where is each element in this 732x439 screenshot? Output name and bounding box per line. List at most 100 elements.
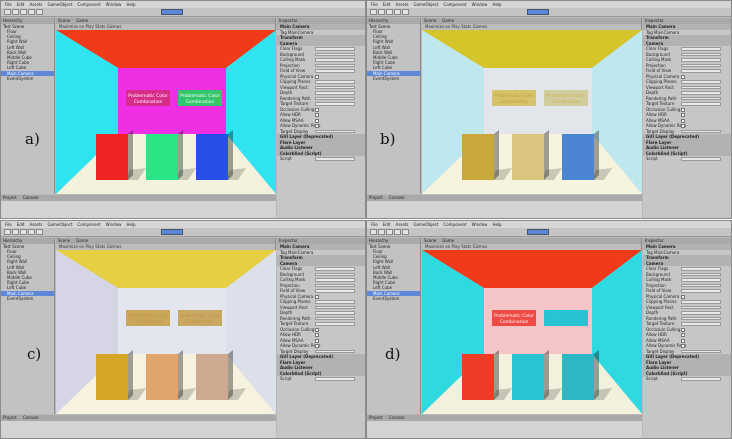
inspector-value-input[interactable] [681,58,721,62]
tab-console[interactable]: Console [389,415,405,420]
inspector-value-input[interactable] [681,85,721,89]
menu-item[interactable]: GameObject [47,222,72,227]
inspector-checkbox[interactable] [315,107,319,112]
rotate-tool-icon[interactable] [20,9,27,15]
inspector-checkbox[interactable] [681,124,685,128]
inspector-value-input[interactable] [681,316,721,320]
inspector-value-input[interactable] [681,278,721,282]
inspector-checkbox[interactable] [315,294,319,299]
inspector-value-input[interactable] [315,316,355,320]
inspector-checkbox[interactable] [315,113,319,117]
menu-item[interactable]: Help [126,2,135,7]
hand-tool-icon[interactable] [4,229,11,235]
inspector-value-input[interactable] [315,58,355,62]
inspector-value-input[interactable] [315,278,355,282]
rotate-tool-icon[interactable] [20,229,27,235]
scale-tool-icon[interactable] [28,9,35,15]
hand-tool-icon[interactable] [370,9,377,15]
tab-scene[interactable]: Scene [424,18,436,23]
tab-game[interactable]: Game [442,238,454,243]
inspector-checkbox[interactable] [681,333,685,337]
menu-item[interactable]: Component [77,2,100,7]
inspector-checkbox[interactable] [681,294,685,299]
menu-item[interactable]: GameObject [413,2,438,7]
tab-console[interactable]: Console [23,415,39,420]
inspector-value-input[interactable] [681,102,721,106]
rotate-tool-icon[interactable] [386,229,393,235]
inspector-value-input[interactable] [681,91,721,95]
inspector-field[interactable]: Script [643,376,731,382]
menu-item[interactable]: Assets [29,2,42,7]
inspector-value-input[interactable] [681,63,721,67]
menu-item[interactable]: Window [106,222,122,227]
menu-item[interactable]: Help [126,222,135,227]
inspector-value-input[interactable] [681,349,721,353]
inspector-checkbox[interactable] [315,74,319,79]
tab-game[interactable]: Game [76,18,88,23]
menu-item[interactable]: Window [472,222,488,227]
inspector-value-input[interactable] [681,322,721,326]
menu-item[interactable]: Window [106,2,122,7]
inspector-checkbox[interactable] [315,338,319,343]
inspector-checkbox[interactable] [315,118,319,123]
tab-scene[interactable]: Scene [58,238,70,243]
inspector-value-input[interactable] [681,267,721,271]
inspector-value-input[interactable] [315,102,355,106]
rect-tool-icon[interactable] [402,229,409,235]
menu-item[interactable]: Component [443,2,466,7]
hand-tool-icon[interactable] [370,229,377,235]
menu-item[interactable]: GameObject [47,2,72,7]
rect-tool-icon[interactable] [36,229,43,235]
inspector-value-input[interactable] [681,47,721,51]
inspector-value-input[interactable] [681,157,721,161]
hierarchy-item[interactable]: EventSystem [1,296,54,301]
inspector-value-input[interactable] [315,267,355,271]
inspector-value-input[interactable] [315,52,355,56]
menu-item[interactable]: Assets [395,2,408,7]
hierarchy-item[interactable]: EventSystem [367,76,420,81]
inspector-value-input[interactable] [315,157,355,161]
menu-item[interactable]: Help [492,222,501,227]
tab-project[interactable]: Project [3,195,17,200]
inspector-checkbox[interactable] [681,344,685,348]
menu-item[interactable]: Component [443,222,466,227]
menu-item[interactable]: Window [472,2,488,7]
inspector-field[interactable]: Script [277,156,365,162]
menu-item[interactable]: Help [492,2,501,7]
move-tool-icon[interactable] [378,229,385,235]
rect-tool-icon[interactable] [402,9,409,15]
menu-item[interactable]: Edit [383,2,391,7]
inspector-value-input[interactable] [315,305,355,309]
inspector-value-input[interactable] [315,322,355,326]
inspector-value-input[interactable] [315,272,355,276]
inspector-value-input[interactable] [681,305,721,309]
inspector-checkbox[interactable] [315,124,319,128]
inspector-value-input[interactable] [315,283,355,287]
menu-item[interactable]: Assets [29,222,42,227]
inspector-checkbox[interactable] [681,113,685,117]
scale-tool-icon[interactable] [394,9,401,15]
inspector-value-input[interactable] [315,91,355,95]
inspector-checkbox[interactable] [315,344,319,348]
menu-item[interactable]: File [5,2,12,7]
play-controls[interactable] [527,9,549,15]
inspector-value-input[interactable] [681,96,721,100]
move-tool-icon[interactable] [378,9,385,15]
play-controls[interactable] [161,229,183,235]
tab-console[interactable]: Console [389,195,405,200]
menu-item[interactable]: Assets [395,222,408,227]
tab-project[interactable]: Project [3,415,17,420]
menu-item[interactable]: File [371,222,378,227]
inspector-value-input[interactable] [315,129,355,133]
inspector-value-input[interactable] [681,283,721,287]
rect-tool-icon[interactable] [36,9,43,15]
inspector-value-input[interactable] [681,311,721,315]
inspector-checkbox[interactable] [315,327,319,332]
scale-tool-icon[interactable] [28,229,35,235]
scale-tool-icon[interactable] [394,229,401,235]
hierarchy-item[interactable]: EventSystem [367,296,420,301]
inspector-value-input[interactable] [681,300,721,304]
inspector-value-input[interactable] [315,63,355,67]
inspector-value-input[interactable] [681,377,721,381]
menu-item[interactable]: Component [77,222,100,227]
